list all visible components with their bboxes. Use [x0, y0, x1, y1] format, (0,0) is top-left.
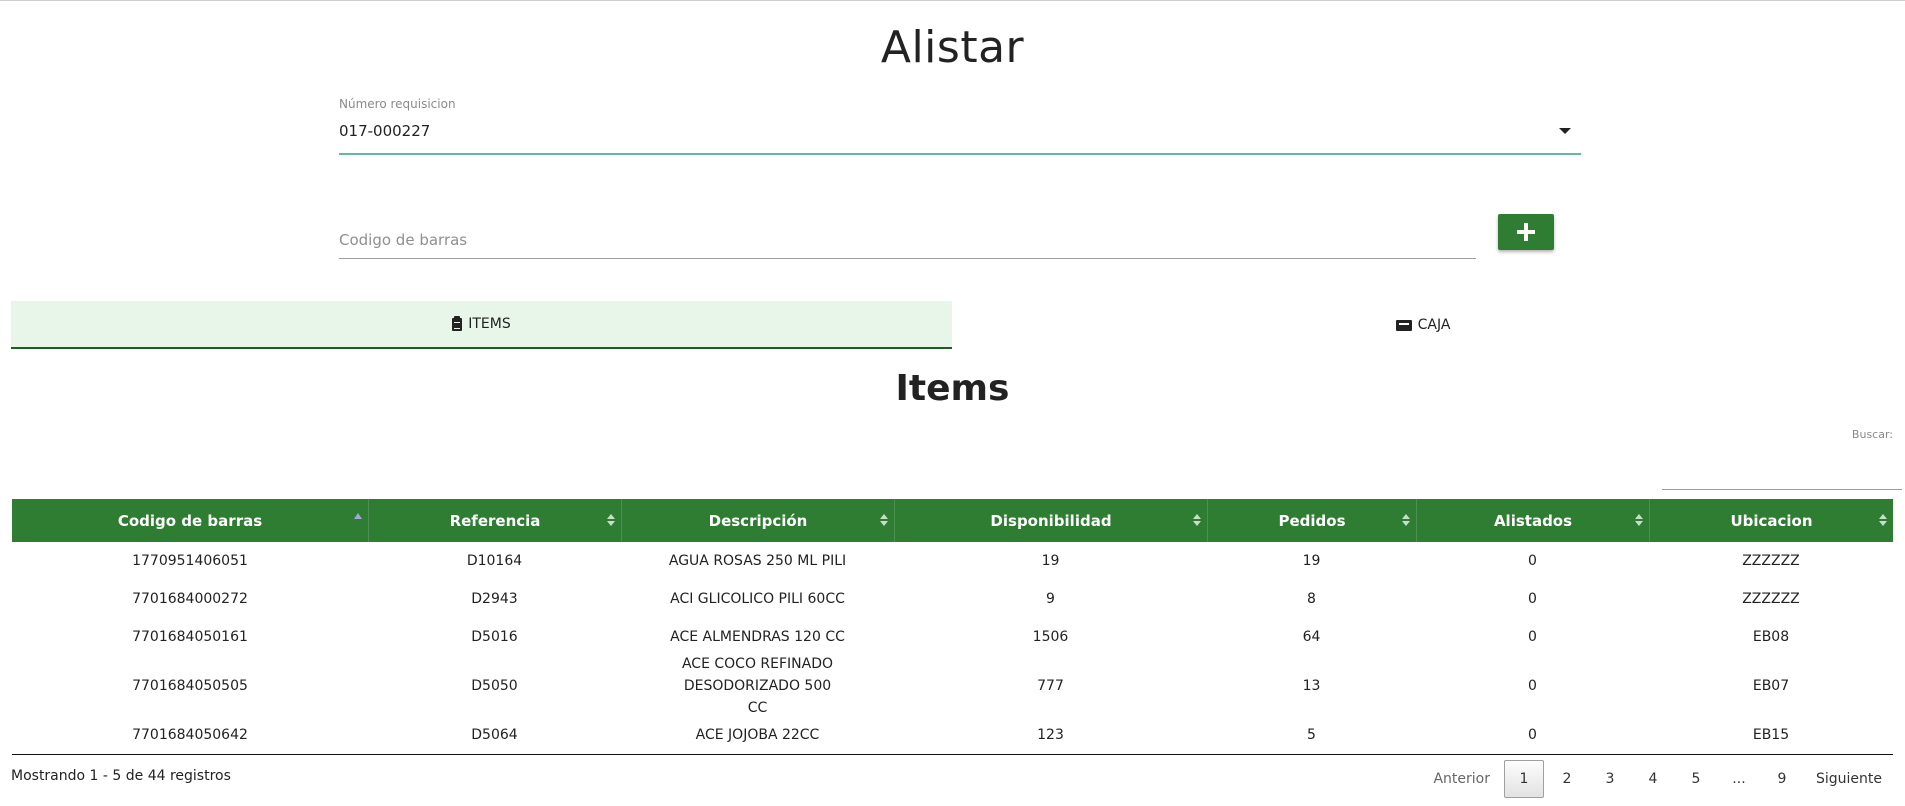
- column-header-pedidos[interactable]: Pedidos: [1207, 499, 1416, 542]
- cell-ubicacion: ZZZZZZ: [1742, 591, 1800, 607]
- cell-alistados: 0: [1528, 553, 1537, 569]
- cell-alistados: 0: [1528, 727, 1537, 743]
- sort-icon: [1879, 512, 1887, 528]
- pagination-page-9[interactable]: 9: [1762, 760, 1802, 798]
- search-input[interactable]: [1662, 452, 1902, 490]
- caret-down-icon: [1559, 128, 1571, 134]
- pagination-ellipsis: ...: [1732, 771, 1746, 787]
- cell-ubicacion: EB07: [1752, 678, 1790, 694]
- items-table: Codigo de barras Referencia Descripción …: [12, 499, 1893, 755]
- table-row: 7701684000272 D2943 ACI GLICOLICO PILI 6…: [12, 580, 1893, 618]
- sort-icon: [1635, 512, 1643, 528]
- items-section-title: Items: [895, 368, 1010, 409]
- cell-descripcion: ACE JOJOBA 22CC: [695, 727, 820, 743]
- cell-disponibilidad: 9: [1046, 591, 1055, 607]
- pagination-page-3[interactable]: 3: [1590, 760, 1630, 798]
- cell-alistados: 0: [1528, 678, 1537, 694]
- table-info: Mostrando 1 - 5 de 44 registros: [11, 768, 231, 784]
- cell-pedidos: 64: [1302, 629, 1321, 645]
- cell-referencia: D5050: [471, 678, 518, 694]
- sort-icon: [1193, 512, 1201, 528]
- tabs: ITEMS CAJA: [11, 301, 1894, 349]
- search-label: Buscar:: [1851, 428, 1893, 441]
- column-header-ubicacion[interactable]: Ubicacion: [1649, 499, 1893, 542]
- tab-items[interactable]: ITEMS: [11, 301, 952, 349]
- cell-pedidos: 8: [1307, 591, 1316, 607]
- box-icon: [1395, 319, 1412, 331]
- requisition-select[interactable]: 017-000227: [339, 118, 1581, 155]
- column-header-label: Referencia: [449, 511, 541, 530]
- column-header-alistados[interactable]: Alistados: [1416, 499, 1649, 542]
- barcode-input[interactable]: [339, 222, 1476, 259]
- cell-disponibilidad: 1506: [1032, 629, 1069, 645]
- table-row: 7701684050161 D5016 ACE ALMENDRAS 120 CC…: [12, 618, 1893, 656]
- pagination: Anterior 1 2 3 4 5 ... 9 Siguiente: [1419, 760, 1893, 798]
- cell-codigo: 7701684050161: [132, 629, 248, 645]
- pagination-page-2[interactable]: 2: [1547, 760, 1587, 798]
- sort-icon: [880, 512, 888, 528]
- cell-referencia: D10164: [466, 553, 523, 569]
- page-title: Alistar: [880, 22, 1025, 73]
- cell-referencia: D5016: [471, 629, 518, 645]
- column-header-label: Pedidos: [1278, 511, 1346, 530]
- add-barcode-button[interactable]: [1498, 214, 1554, 250]
- table-row: 7701684050642 D5064 ACE JOJOBA 22CC 123 …: [12, 716, 1893, 754]
- column-header-label: Disponibilidad: [990, 511, 1112, 530]
- column-header-referencia[interactable]: Referencia: [368, 499, 621, 542]
- column-header-label: Ubicacion: [1730, 511, 1813, 530]
- clipboard-icon: [452, 315, 463, 331]
- cell-disponibilidad: 123: [1037, 727, 1064, 743]
- pagination-page-1[interactable]: 1: [1503, 760, 1544, 798]
- column-header-label: Descripción: [708, 511, 808, 530]
- pagination-page-4[interactable]: 4: [1633, 760, 1673, 798]
- cell-ubicacion: ZZZZZZ: [1742, 553, 1800, 569]
- cell-disponibilidad: 19: [1041, 553, 1060, 569]
- cell-descripcion: AGUA ROSAS 250 ML PILI: [668, 553, 847, 569]
- top-divider: [0, 0, 1905, 1]
- pagination-prev-button[interactable]: Anterior: [1422, 760, 1501, 798]
- cell-codigo: 1770951406051: [132, 553, 248, 569]
- table-header: Codigo de barras Referencia Descripción …: [12, 499, 1893, 542]
- cell-descripcion: ACE ALMENDRAS 120 CC: [670, 629, 845, 645]
- tab-items-label: ITEMS: [468, 316, 511, 332]
- cell-codigo: 7701684050642: [132, 727, 248, 743]
- column-header-descripcion[interactable]: Descripción: [621, 499, 894, 542]
- sort-icon: [1402, 512, 1410, 528]
- cell-referencia: D2943: [471, 591, 518, 607]
- cell-alistados: 0: [1528, 591, 1537, 607]
- sort-asc-icon: [354, 513, 362, 519]
- column-header-label: Codigo de barras: [117, 511, 263, 530]
- pagination-next-button[interactable]: Siguiente: [1805, 760, 1893, 798]
- column-header-disponibilidad[interactable]: Disponibilidad: [894, 499, 1207, 542]
- cell-alistados: 0: [1528, 629, 1537, 645]
- column-header-label: Alistados: [1493, 511, 1573, 530]
- cell-referencia: D5064: [471, 727, 518, 743]
- cell-codigo: 7701684000272: [132, 591, 248, 607]
- table-row: 1770951406051 D10164 AGUA ROSAS 250 ML P…: [12, 542, 1893, 580]
- requisition-value: 017-000227: [339, 122, 431, 140]
- table-bottom-border: [12, 754, 1893, 755]
- requisition-label: Número requisicion: [339, 97, 456, 111]
- tab-caja-label: CAJA: [1417, 317, 1451, 333]
- sort-icon: [607, 512, 615, 528]
- cell-ubicacion: EB08: [1752, 629, 1790, 645]
- cell-descripcion: ACI GLICOLICO PILI 60CC: [670, 591, 845, 607]
- column-header-codigo[interactable]: Codigo de barras: [12, 499, 368, 542]
- cell-pedidos: 19: [1302, 553, 1321, 569]
- tab-caja[interactable]: CAJA: [952, 301, 1894, 349]
- table-row: 7701684050505 D5050 ACE COCO REFINADO DE…: [12, 656, 1893, 716]
- cell-ubicacion: EB15: [1752, 727, 1790, 743]
- cell-disponibilidad: 777: [1037, 678, 1064, 694]
- plus-icon: [1517, 223, 1535, 241]
- pagination-page-5[interactable]: 5: [1676, 760, 1716, 798]
- cell-codigo: 7701684050505: [132, 678, 248, 694]
- cell-pedidos: 13: [1302, 678, 1321, 694]
- cell-descripcion: ACE COCO REFINADO DESODORIZADO 500 CC: [681, 656, 834, 716]
- cell-pedidos: 5: [1307, 727, 1316, 743]
